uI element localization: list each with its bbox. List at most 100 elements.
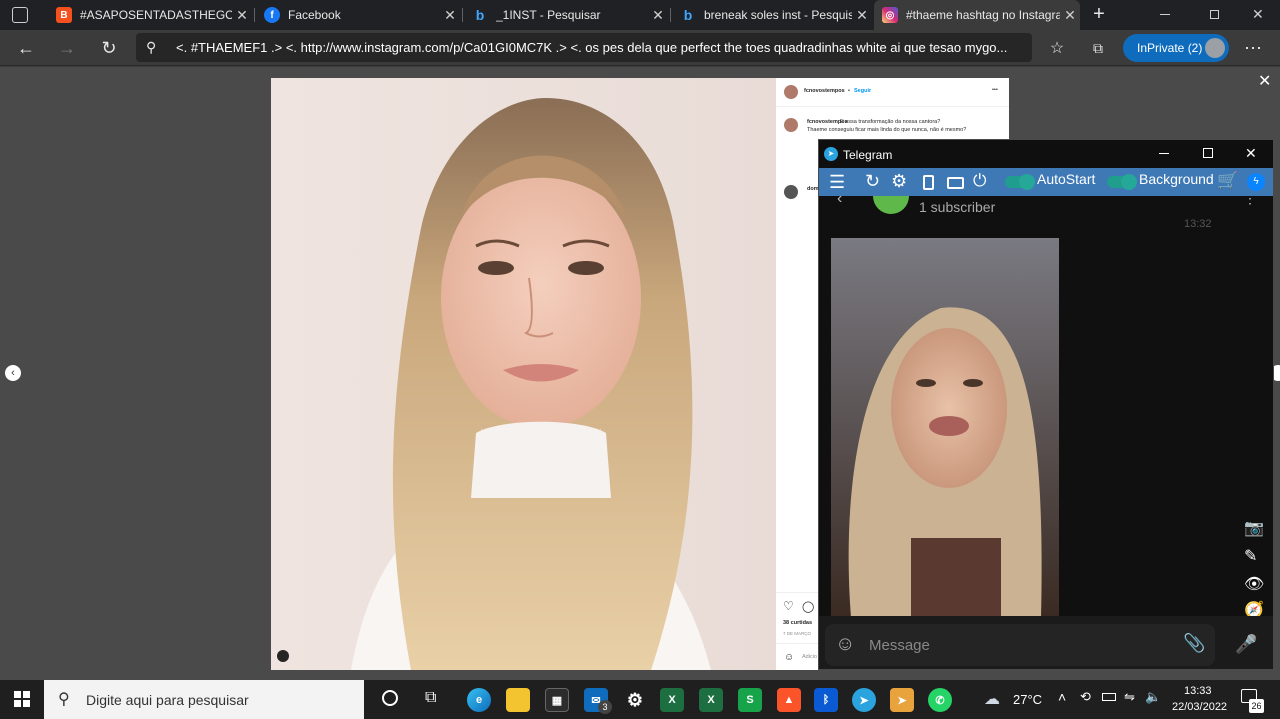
- attach-icon[interactable]: 📎: [1183, 633, 1205, 654]
- phone-frame-icon[interactable]: [923, 175, 934, 190]
- volume-icon[interactable]: 🔈: [1145, 689, 1161, 705]
- background-toggle[interactable]: [1107, 174, 1137, 190]
- edit-icon[interactable]: ✎: [1244, 546, 1257, 566]
- close-tab-icon[interactable]: ✕: [232, 7, 252, 24]
- file-explorer-icon[interactable]: [506, 688, 530, 712]
- close-tab-icon[interactable]: ✕: [1060, 7, 1080, 24]
- video-message[interactable]: [831, 238, 1059, 616]
- windows-start-icon[interactable]: [14, 691, 30, 707]
- back-button[interactable]: ←: [12, 34, 40, 62]
- weather-temp[interactable]: 27°C: [1013, 692, 1042, 707]
- restore-icon[interactable]: [1210, 10, 1219, 19]
- tab-bing-search-2[interactable]: b breneak soles inst - Pesquisar ✕: [672, 0, 872, 30]
- settings-gear-icon[interactable]: ⚙: [623, 688, 647, 712]
- follow-link[interactable]: Seguir: [854, 88, 871, 94]
- favorites-star-icon[interactable]: ☆: [1043, 34, 1071, 62]
- close-viewer-icon[interactable]: ✕: [1258, 71, 1271, 91]
- tray-chevron-icon[interactable]: ˄: [1058, 689, 1066, 705]
- mail-badge: 3: [598, 700, 612, 714]
- more-options-icon[interactable]: •••: [992, 87, 998, 93]
- windows-taskbar: ⚲ Digite aqui para pesquisar ⧉ e ▦ ✉ 3 ⚙…: [0, 680, 1280, 719]
- excel-icon[interactable]: X: [660, 688, 684, 712]
- add-comment-input[interactable]: Adicio: [802, 654, 817, 660]
- avatar: [784, 118, 798, 132]
- more-menu-icon[interactable]: ⋯: [1239, 34, 1267, 62]
- cart-icon[interactable]: 🛒: [1217, 171, 1238, 191]
- collections-icon[interactable]: ⧉: [1084, 34, 1112, 62]
- likes-count[interactable]: 38 curtidas: [783, 620, 812, 626]
- tab-instagram-active[interactable]: ◎ #thaeme hashtag no Instagra ✕: [874, 0, 1080, 30]
- camera-icon[interactable]: 📷: [1244, 518, 1264, 538]
- emoji-icon[interactable]: ☺: [835, 633, 855, 656]
- whatsapp-icon[interactable]: ✆: [928, 688, 952, 712]
- bluetooth-icon[interactable]: ᛒ: [814, 688, 838, 712]
- weather-cloud-icon[interactable]: ☁: [984, 689, 1000, 709]
- avatar[interactable]: [784, 85, 798, 99]
- close-tab-icon[interactable]: ✕: [648, 7, 668, 24]
- post-username[interactable]: fcnovostempos: [804, 88, 845, 94]
- minimize-icon[interactable]: [1160, 14, 1170, 15]
- maximize-icon[interactable]: [1203, 148, 1213, 158]
- excel-icon[interactable]: X: [699, 688, 723, 712]
- inprivate-button[interactable]: InPrivate (2): [1123, 34, 1229, 62]
- hamburger-menu-icon[interactable]: ☰: [829, 172, 845, 193]
- autostart-toggle[interactable]: [1005, 174, 1035, 190]
- comment-username[interactable]: dom: [807, 186, 819, 192]
- message-input[interactable]: Message: [869, 637, 930, 654]
- new-tab-button[interactable]: +: [1088, 3, 1110, 27]
- network-icon[interactable]: ⇋: [1124, 689, 1135, 705]
- taskbar-search-input[interactable]: ⚲ Digite aqui para pesquisar: [44, 680, 364, 719]
- tab-actions-icon[interactable]: [12, 7, 28, 23]
- like-heart-icon[interactable]: ♡: [783, 599, 794, 613]
- forward-button[interactable]: →: [53, 34, 81, 62]
- store-icon[interactable]: ▦: [545, 688, 569, 712]
- message-compose-bar: ☺ Message 📎: [825, 624, 1215, 666]
- search-icon: ⚲: [58, 691, 70, 708]
- bing-icon: b: [475, 7, 485, 23]
- microphone-icon[interactable]: 🎤: [1235, 634, 1257, 655]
- message-time: 13:32: [1184, 218, 1212, 230]
- task-view-icon[interactable]: ⧉: [425, 689, 436, 707]
- compass-icon[interactable]: 🧭: [1244, 600, 1264, 616]
- channel-avatar[interactable]: [873, 196, 909, 214]
- emoji-icon[interactable]: ☺: [784, 652, 794, 663]
- brave-icon[interactable]: ▲: [777, 688, 801, 712]
- cortana-icon[interactable]: [382, 690, 398, 706]
- instagram-icon: ◎: [882, 7, 898, 23]
- close-window-icon[interactable]: ✕: [1245, 145, 1257, 162]
- previous-post-button[interactable]: ‹: [5, 365, 21, 381]
- tab-facebook[interactable]: f Facebook ✕: [256, 0, 460, 30]
- battery-icon[interactable]: [1102, 693, 1116, 701]
- telegram-icon: ➤: [824, 147, 838, 161]
- minimize-icon[interactable]: [1159, 153, 1169, 154]
- tab-bing-search-1[interactable]: b _1INST - Pesquisar ✕: [464, 0, 668, 30]
- refresh-button[interactable]: ↻: [95, 34, 123, 62]
- comment-icon[interactable]: ◯: [802, 600, 814, 613]
- facebook-icon: f: [264, 7, 280, 23]
- post-photo: [271, 78, 776, 670]
- close-tab-icon[interactable]: ✕: [852, 7, 872, 24]
- green-app-icon[interactable]: S: [738, 688, 762, 712]
- bing-icon: b: [683, 7, 693, 23]
- telegram-chat-area: ‹ 1 subscriber ⋮ 13:32 📷 ✎ 👁 🧭: [819, 196, 1273, 616]
- address-input[interactable]: ⚲ <. #THAEMEF1 .> <. http://www.instagra…: [136, 33, 1032, 62]
- close-window-icon[interactable]: ✕: [1252, 6, 1264, 23]
- telegram-window: ➤ Telegram ✕ ☰ ↻ ⚙ ⏻ AutoStart Backgroun…: [818, 139, 1274, 670]
- telegram-ext-icon[interactable]: ➤: [890, 688, 914, 712]
- chat-more-icon[interactable]: ⋮: [1243, 196, 1257, 207]
- edge-icon[interactable]: e: [467, 688, 491, 712]
- telegram-icon[interactable]: ➤: [852, 688, 876, 712]
- tray-sync-icon[interactable]: ⟲: [1080, 689, 1091, 705]
- tablet-frame-icon[interactable]: [947, 177, 964, 189]
- notification-badge: 26: [1249, 699, 1264, 713]
- refresh-icon[interactable]: ↻: [865, 171, 880, 192]
- settings-gear-icon[interactable]: ⚙: [891, 171, 907, 192]
- tab-blogger[interactable]: B #ASAPOSENTADASTHEGOOD ✕: [48, 0, 252, 30]
- back-arrow-icon[interactable]: ‹: [837, 196, 842, 208]
- eye-icon[interactable]: 👁: [1244, 574, 1264, 594]
- messenger-icon[interactable]: ϟ: [1247, 173, 1265, 191]
- clock-date[interactable]: 22/03/2022: [1172, 701, 1227, 713]
- close-tab-icon[interactable]: ✕: [440, 7, 460, 24]
- clock-time[interactable]: 13:33: [1184, 685, 1212, 697]
- power-icon[interactable]: ⏻: [973, 171, 986, 191]
